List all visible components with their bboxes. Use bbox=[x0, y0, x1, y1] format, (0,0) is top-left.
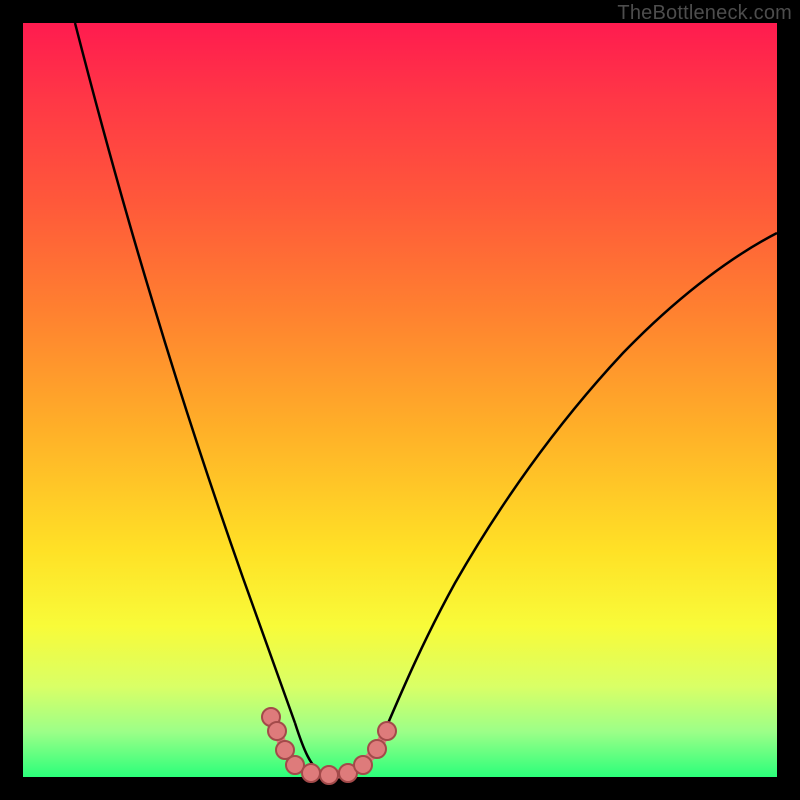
valley-marker-dot bbox=[302, 764, 320, 782]
watermark-text: TheBottleneck.com bbox=[617, 2, 792, 25]
chart-svg bbox=[23, 23, 777, 777]
valley-marker-dot bbox=[320, 766, 338, 784]
valley-marker-dot bbox=[354, 756, 372, 774]
curve-left-descent bbox=[75, 23, 295, 723]
chart-stage: TheBottleneck.com bbox=[0, 0, 800, 800]
curve-right-ascent bbox=[383, 233, 777, 735]
valley-markers bbox=[262, 708, 396, 784]
valley-marker-dot bbox=[368, 740, 386, 758]
curve-group bbox=[75, 23, 777, 775]
plot-area bbox=[23, 23, 777, 777]
valley-marker-dot bbox=[268, 722, 286, 740]
valley-marker-dot bbox=[378, 722, 396, 740]
